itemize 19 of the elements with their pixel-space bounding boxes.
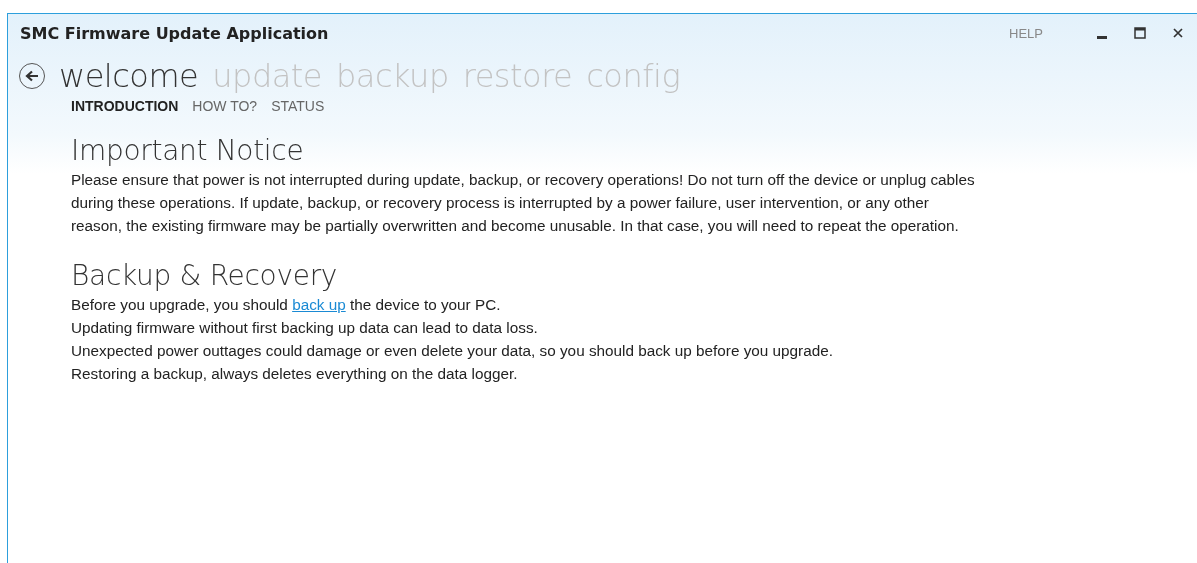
help-link[interactable]: HELP	[1009, 25, 1043, 41]
notice-paragraph: Please ensure that power is not interrupted during update, backup, or recovery operations! Do not turn off the device or unplug cables during these operations. If update, backup, or recovery process is interrupted by a power failure, user intervention, or any other reason, the existing firmware may be partially overwritten and become unusable. In that case, you will need to repeat the operation.	[71, 170, 976, 236]
back-up-link[interactable]: back up	[292, 296, 346, 313]
backup-sentence: Unexpected power outtages could damage or even delete your data, so you should back up before you upgrade.	[71, 341, 834, 361]
section-heading: Backup & Recovery	[71, 259, 339, 293]
backup-sentence: Restoring a backup, always deletes everything on the data logger.	[71, 364, 519, 384]
nav-tab[interactable]: welcome	[59, 56, 199, 96]
sub-tab[interactable]: HOW TO?	[192, 98, 258, 114]
section-heading: Important Notice	[71, 134, 305, 168]
back-arrow-icon	[25, 70, 39, 82]
close-icon	[1172, 27, 1184, 39]
backup-sentence-end: the device to your PC.	[348, 296, 501, 313]
window-title: SMC Firmware Update Application	[20, 23, 330, 43]
maximize-icon	[1134, 27, 1146, 39]
minimize-icon	[1097, 35, 1107, 39]
sub-tab[interactable]: STATUS	[271, 98, 325, 114]
backup-sentence: Updating firmware without first backing up data can lead to data loss.	[71, 318, 539, 338]
sub-tab[interactable]: INTRODUCTION	[71, 98, 179, 114]
backup-sentence-start: Before you upgrade, you should	[71, 296, 289, 313]
